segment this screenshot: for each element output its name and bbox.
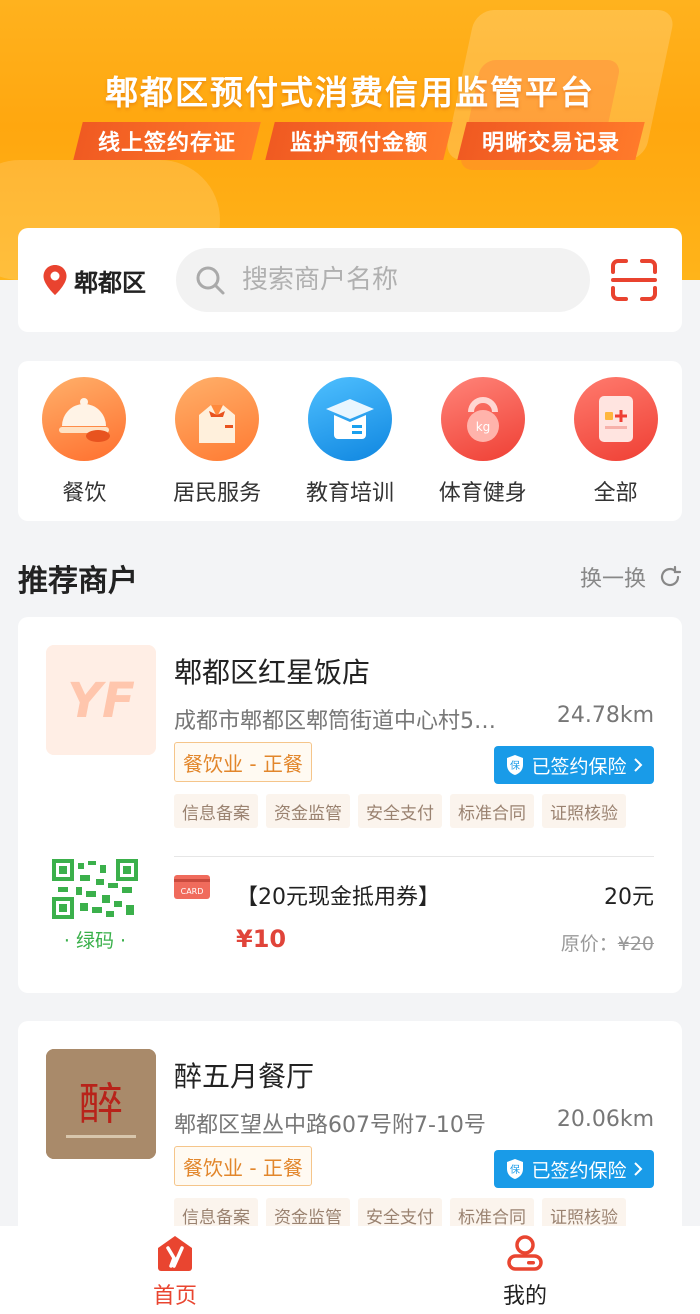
refresh-icon bbox=[660, 565, 682, 587]
refresh-label: 换一换 bbox=[579, 567, 646, 592]
category-food[interactable]: 餐饮 bbox=[24, 377, 144, 507]
scan-button[interactable] bbox=[608, 254, 660, 306]
svg-text:kg: kg bbox=[475, 420, 490, 434]
svg-text:CARD: CARD bbox=[181, 887, 204, 896]
nav-mine-label: 我的 bbox=[502, 1284, 547, 1309]
feature-tag: 证照核验 bbox=[542, 794, 626, 828]
svg-text:YF: YF bbox=[67, 673, 135, 729]
feature-tag: 安全支付 bbox=[358, 794, 442, 828]
search-input[interactable] bbox=[242, 265, 572, 295]
search-bar: 郫都区 bbox=[18, 228, 682, 332]
banner-title: 郫都区预付式消费信用监管平台 bbox=[105, 73, 595, 112]
merchant-address: 郫都区望丛中路607号附7-10号 bbox=[174, 1113, 486, 1138]
category-label: 教育培训 bbox=[305, 481, 394, 506]
merchant-name: 醉五月餐厅 bbox=[174, 1060, 315, 1093]
kettlebell-icon: kg bbox=[440, 377, 525, 461]
scan-icon bbox=[611, 259, 657, 301]
merchant-distance: 24.78km bbox=[556, 703, 654, 728]
bottom-nav: 首页 我的 bbox=[0, 1226, 700, 1314]
home-y-icon bbox=[158, 1236, 192, 1271]
merchant-distance: 20.06km bbox=[556, 1107, 654, 1132]
feature-tags: 信息备案 资金监管 安全支付 标准合同 证照核验 bbox=[174, 794, 626, 828]
green-code-label: · 绿码 · bbox=[63, 930, 127, 952]
category-grid: 餐饮 居民服务 教育培训 kg 体育健身 全部 bbox=[18, 361, 682, 521]
location-label: 郫都区 bbox=[74, 268, 146, 297]
insurance-badge[interactable]: 保 已签约保险 bbox=[494, 746, 654, 784]
coupon-price: ¥10 bbox=[236, 925, 287, 953]
tablet-plus-icon bbox=[573, 377, 658, 461]
merchant-logo: YF bbox=[46, 645, 156, 755]
shield-icon: 保 bbox=[507, 1159, 524, 1179]
coupon-title[interactable]: 【20元现金抵用券】 bbox=[236, 879, 440, 911]
banner-tag: 线上签约存证 bbox=[73, 122, 261, 160]
search-box[interactable] bbox=[176, 248, 590, 312]
user-icon bbox=[507, 1235, 543, 1271]
banner-tags: 线上签约存证 监护预付金额 明晰交易记录 bbox=[73, 122, 645, 160]
location-pin-icon bbox=[43, 265, 67, 295]
category-label: 体育健身 bbox=[438, 481, 527, 506]
nav-home[interactable]: 首页 bbox=[0, 1226, 350, 1314]
insurance-label: 已签约保险 bbox=[531, 755, 627, 778]
svg-text:醉: 醉 bbox=[79, 1079, 123, 1130]
divider bbox=[174, 856, 654, 857]
category-label: 居民服务 bbox=[173, 481, 262, 506]
nav-mine[interactable]: 我的 bbox=[350, 1226, 700, 1314]
nav-home-label: 首页 bbox=[152, 1284, 197, 1309]
card-icon: CARD bbox=[174, 875, 210, 899]
category-label: 餐饮 bbox=[62, 481, 107, 506]
category-fitness[interactable]: kg 体育健身 bbox=[423, 377, 543, 507]
search-icon bbox=[196, 266, 225, 295]
food-cloche-icon bbox=[42, 377, 127, 461]
coupon-face-value: 20元 bbox=[604, 885, 654, 910]
location-selector[interactable]: 郫都区 bbox=[42, 263, 176, 298]
qr-code-icon bbox=[52, 859, 138, 919]
merchant-address: 成都市郫都区郫筒街道中心村5… bbox=[174, 709, 496, 734]
merchant-category-tag: 餐饮业 - 正餐 bbox=[174, 742, 312, 782]
category-all[interactable]: 全部 bbox=[556, 377, 676, 507]
category-resident-service[interactable]: 居民服务 bbox=[157, 377, 277, 507]
banner-tag: 明晰交易记录 bbox=[457, 122, 645, 160]
banner-tag: 监护预付金额 bbox=[265, 122, 453, 160]
waiter-icon bbox=[175, 377, 260, 461]
coupon-original-price: 原价：¥20 bbox=[561, 929, 654, 956]
merchant-category-tag: 餐饮业 - 正餐 bbox=[174, 1146, 312, 1186]
merchant-name: 郫都区红星饭店 bbox=[174, 656, 371, 689]
feature-tag: 标准合同 bbox=[450, 794, 534, 828]
svg-text:保: 保 bbox=[510, 759, 520, 772]
section-title: 推荐商户 bbox=[18, 564, 138, 599]
shield-icon: 保 bbox=[507, 755, 524, 775]
svg-text:保: 保 bbox=[510, 1163, 520, 1176]
category-education[interactable]: 教育培训 bbox=[290, 377, 410, 507]
feature-tag: 信息备案 bbox=[174, 794, 258, 828]
insurance-badge[interactable]: 保 已签约保险 bbox=[494, 1150, 654, 1188]
chevron-right-icon bbox=[633, 758, 642, 772]
merchant-card[interactable]: YF 郫都区红星饭店 成都市郫都区郫筒街道中心村5… 24.78km 餐饮业 -… bbox=[18, 617, 682, 993]
insurance-label: 已签约保险 bbox=[531, 1159, 627, 1182]
original-price-label: 原价： bbox=[560, 933, 618, 955]
feature-tag: 资金监管 bbox=[266, 794, 350, 828]
category-label: 全部 bbox=[593, 481, 638, 506]
refresh-button[interactable]: 换一换 bbox=[580, 561, 682, 593]
graduation-cap-icon bbox=[307, 377, 392, 461]
merchant-logo: 醉 bbox=[46, 1049, 156, 1159]
chevron-right-icon bbox=[633, 1162, 642, 1176]
original-price-value: ¥20 bbox=[617, 933, 654, 955]
